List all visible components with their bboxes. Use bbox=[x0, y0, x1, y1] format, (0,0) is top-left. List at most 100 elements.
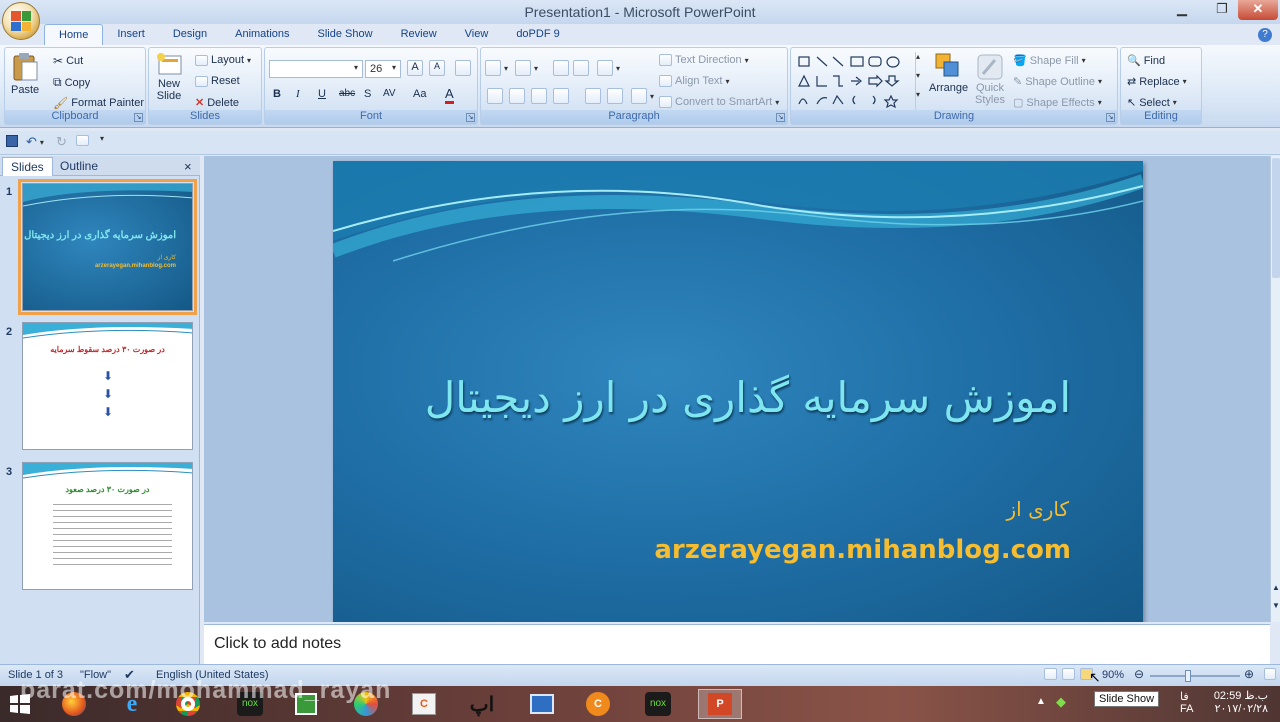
tray-app-icon[interactable]: ◆ bbox=[1056, 694, 1066, 710]
zoom-slider[interactable] bbox=[1150, 675, 1240, 677]
language-tray[interactable]: فا FA bbox=[1180, 690, 1193, 715]
shrink-font-button[interactable]: A bbox=[429, 60, 445, 76]
ltr-button[interactable] bbox=[607, 88, 623, 104]
decrease-indent-button[interactable] bbox=[553, 60, 569, 76]
columns-button[interactable]: ▾ bbox=[631, 88, 654, 104]
align-left-button[interactable] bbox=[487, 88, 503, 104]
tab-home[interactable]: Home bbox=[44, 24, 104, 46]
show-hidden-icons[interactable]: ▲ bbox=[1036, 696, 1046, 707]
font-launcher-icon[interactable]: ↘ bbox=[466, 113, 475, 122]
slide-title[interactable]: اموزش سرمایه گذاری در ارز دیجیتال bbox=[333, 373, 1071, 422]
paragraph-launcher-icon[interactable]: ↘ bbox=[776, 113, 785, 122]
slide-subtitle-2[interactable]: arzerayegan.mihanblog.com bbox=[654, 535, 1071, 565]
reset-button[interactable]: Reset bbox=[195, 75, 240, 87]
notes-placeholder[interactable]: Click to add notes bbox=[214, 635, 341, 653]
zoom-in-icon[interactable]: ⊕ bbox=[1244, 667, 1254, 681]
tab-slide-show[interactable]: Slide Show bbox=[304, 24, 387, 46]
slide-subtitle-1[interactable]: کاری از bbox=[1007, 497, 1070, 521]
save-button[interactable] bbox=[6, 135, 18, 147]
minimize-button[interactable]: ▁ bbox=[1168, 0, 1196, 20]
clipboard-launcher-icon[interactable]: ↘ bbox=[134, 113, 143, 122]
restore-button[interactable]: ❐ bbox=[1208, 0, 1236, 20]
tab-outline[interactable]: Outline bbox=[52, 157, 106, 176]
underline-button[interactable]: U bbox=[318, 88, 326, 100]
slide-thumbnail-2[interactable]: در صورت ۳۰ درصد سقوط سرمایه ⬇ ⬇ ⬇ bbox=[22, 322, 193, 450]
network-app-icon[interactable] bbox=[526, 689, 558, 719]
shapes-gallery[interactable] bbox=[797, 54, 915, 112]
fit-slide-button[interactable] bbox=[1264, 668, 1276, 683]
tab-animations[interactable]: Animations bbox=[221, 24, 303, 46]
text-direction-button[interactable]: Text Direction ▾ bbox=[659, 54, 749, 66]
powerpoint-taskbar-button[interactable]: P bbox=[698, 689, 742, 719]
office-button[interactable] bbox=[2, 2, 40, 40]
delete-button[interactable]: ✕ Delete bbox=[195, 96, 239, 110]
font-size-input[interactable]: 26 ▾ bbox=[365, 60, 401, 78]
tab-dopdf[interactable]: doPDF 9 bbox=[502, 24, 573, 46]
increase-indent-button[interactable] bbox=[573, 60, 589, 76]
bold-button[interactable]: B bbox=[273, 88, 281, 100]
tab-view[interactable]: View bbox=[451, 24, 503, 46]
cut-button[interactable]: ✂ Cut bbox=[53, 54, 83, 68]
slide-thumbnail-1[interactable]: اموزش سرمایه گذاری در ارز دیجیتال کاری ا… bbox=[18, 179, 197, 315]
help-icon[interactable]: ? bbox=[1258, 28, 1272, 42]
line-spacing-button[interactable]: ▾ bbox=[597, 60, 620, 76]
layout-button[interactable]: Layout ▾ bbox=[195, 54, 251, 66]
vertical-scrollbar[interactable]: ▲ ▼ bbox=[1270, 156, 1280, 622]
app-icon[interactable]: اپ bbox=[466, 689, 498, 719]
current-slide[interactable]: اموزش سرمایه گذاری در ارز دیجیتال کاری ا… bbox=[333, 161, 1143, 622]
text-shadow-button[interactable]: S bbox=[364, 88, 371, 100]
next-slide-icon[interactable]: ▼ bbox=[1271, 601, 1280, 610]
italic-button[interactable]: I bbox=[296, 88, 300, 100]
print-preview-button[interactable] bbox=[76, 135, 89, 146]
normal-view-button[interactable] bbox=[1044, 668, 1057, 683]
format-painter-button[interactable]: 🖌 Format Painter bbox=[53, 96, 144, 110]
prev-slide-icon[interactable]: ▲ bbox=[1271, 583, 1280, 592]
zoom-level[interactable]: 90% bbox=[1102, 669, 1124, 681]
zoom-slider-thumb[interactable] bbox=[1185, 670, 1191, 682]
tab-insert[interactable]: Insert bbox=[103, 24, 159, 46]
new-slide-button[interactable]: New Slide bbox=[155, 52, 183, 102]
strikethrough-button[interactable]: abc bbox=[339, 88, 355, 99]
font-color-button[interactable]: A bbox=[445, 86, 454, 104]
find-button[interactable]: 🔍 Find bbox=[1127, 54, 1165, 68]
tab-slides[interactable]: Slides bbox=[2, 157, 53, 176]
drawing-launcher-icon[interactable]: ↘ bbox=[1106, 113, 1115, 122]
camtasia-icon[interactable]: C bbox=[408, 689, 440, 719]
close-button[interactable]: ✕ bbox=[1238, 0, 1278, 20]
replace-button[interactable]: ⇄ Replace ▾ bbox=[1127, 75, 1187, 89]
rtl-button[interactable] bbox=[585, 88, 601, 104]
align-right-button[interactable] bbox=[531, 88, 547, 104]
grow-font-button[interactable]: A bbox=[407, 60, 423, 76]
tab-review[interactable]: Review bbox=[387, 24, 451, 46]
justify-button[interactable] bbox=[553, 88, 569, 104]
copy-button[interactable]: ⧉ Copy bbox=[53, 75, 90, 90]
customize-qat-button[interactable]: ▾ bbox=[100, 134, 104, 143]
numbering-button[interactable]: ▾ bbox=[515, 60, 538, 76]
quick-styles-button[interactable]: Quick Styles bbox=[975, 52, 1005, 106]
scrollbar-thumb[interactable] bbox=[1272, 158, 1280, 278]
clock[interactable]: 02:59 ب.ظ ۲۰۱۷/۰۲/۲۸ bbox=[1210, 689, 1268, 715]
select-button[interactable]: ↖ Select ▾ bbox=[1127, 96, 1177, 110]
clear-formatting-button[interactable] bbox=[455, 60, 471, 76]
slide-thumbnail-3[interactable]: در صورت ۳۰ درصد صعود bbox=[22, 462, 193, 590]
slide-sorter-button[interactable] bbox=[1062, 668, 1075, 683]
arrange-button[interactable]: Arrange bbox=[929, 52, 968, 94]
align-text-button[interactable]: Align Text ▾ bbox=[659, 75, 730, 87]
tab-design[interactable]: Design bbox=[159, 24, 221, 46]
zoom-out-icon[interactable]: ⊖ bbox=[1134, 667, 1144, 681]
font-name-input[interactable]: ▾ bbox=[269, 60, 363, 78]
bullets-button[interactable]: ▾ bbox=[485, 60, 508, 76]
shape-fill-button[interactable]: 🪣 Shape Fill ▾ bbox=[1013, 54, 1086, 68]
convert-smartart-button[interactable]: Convert to SmartArt ▾ bbox=[659, 96, 779, 108]
notes-pane[interactable]: Click to add notes bbox=[204, 624, 1270, 664]
ccleaner-icon[interactable]: C bbox=[582, 689, 614, 719]
undo-button[interactable]: ↶ ▾ bbox=[26, 134, 44, 150]
shape-outline-button[interactable]: ✎ Shape Outline ▾ bbox=[1013, 75, 1102, 89]
shape-effects-button[interactable]: ▢ Shape Effects ▾ bbox=[1013, 96, 1102, 110]
align-center-button[interactable] bbox=[509, 88, 525, 104]
character-spacing-button[interactable]: AV bbox=[383, 88, 396, 99]
paste-button[interactable]: Paste bbox=[11, 52, 39, 96]
redo-button[interactable]: ↻ bbox=[56, 134, 67, 150]
nox-multi-icon[interactable]: nox bbox=[642, 689, 674, 719]
change-case-button[interactable]: Aa bbox=[413, 88, 426, 100]
